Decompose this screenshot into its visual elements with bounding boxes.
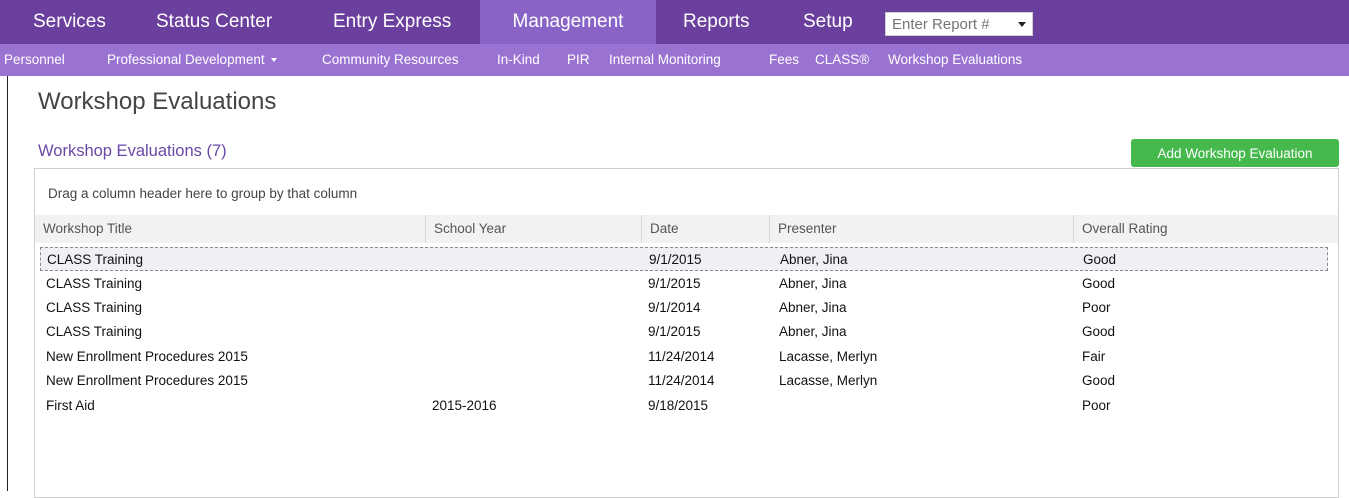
nav-services[interactable]: Services (33, 0, 106, 44)
table-row[interactable]: New Enrollment Procedures 2015 11/24/201… (40, 345, 1328, 369)
evaluations-grid: Drag a column header here to group by th… (34, 168, 1339, 498)
table-row[interactable]: CLASS Training 9/1/2015 Abner, Jina Good (40, 320, 1328, 344)
cell-overall-rating: Good (1082, 276, 1116, 291)
subnav-internal-monitoring[interactable]: Internal Monitoring (609, 44, 721, 76)
chevron-down-icon[interactable] (1018, 22, 1026, 27)
nav-entry-express[interactable]: Entry Express (333, 0, 451, 44)
cell-workshop-title: CLASS Training (46, 300, 143, 315)
report-number-input[interactable] (892, 15, 1012, 33)
report-number-dropdown[interactable] (885, 12, 1033, 36)
cell-overall-rating: Good (1083, 252, 1117, 267)
cell-workshop-title: New Enrollment Procedures 2015 (46, 373, 248, 388)
grid-header-row: Workshop Title School Year Date Presente… (35, 215, 1338, 243)
nav-management[interactable]: Management (480, 0, 656, 44)
subnav-community-resources[interactable]: Community Resources (322, 44, 459, 76)
cell-workshop-title: CLASS Training (46, 324, 143, 339)
cell-workshop-title: CLASS Training (47, 252, 144, 267)
subnav-fees[interactable]: Fees (769, 44, 799, 76)
cell-overall-rating: Fair (1082, 349, 1106, 364)
cell-workshop-title: CLASS Training (46, 276, 143, 291)
subnav-professional-development-label: Professional Development (107, 52, 265, 67)
subnav-workshop-evaluations[interactable]: Workshop Evaluations (888, 44, 1022, 76)
column-header-school-year[interactable]: School Year (425, 215, 641, 243)
column-header-presenter[interactable]: Presenter (769, 215, 1073, 243)
left-divider (7, 76, 8, 491)
cell-presenter: Abner, Jina (780, 252, 848, 267)
cell-overall-rating: Poor (1082, 398, 1111, 413)
top-nav-bar: Services Status Center Entry Express Man… (0, 0, 1349, 44)
table-row[interactable]: First Aid 2015-2016 9/18/2015 Poor (40, 394, 1328, 418)
cell-school-year: 2015-2016 (432, 398, 497, 413)
table-row[interactable]: CLASS Training 9/1/2015 Abner, Jina Good (40, 247, 1328, 271)
subnav-pir[interactable]: PIR (567, 44, 590, 76)
column-header-workshop-title[interactable]: Workshop Title (35, 215, 425, 243)
cell-workshop-title: New Enrollment Procedures 2015 (46, 349, 248, 364)
subnav-professional-development[interactable]: Professional Development (107, 44, 277, 76)
nav-status-center[interactable]: Status Center (156, 0, 272, 44)
cell-overall-rating: Good (1082, 324, 1116, 339)
cell-presenter: Lacasse, Merlyn (779, 349, 878, 364)
subnav-personnel[interactable]: Personnel (4, 44, 65, 76)
cell-date: 9/1/2015 (648, 324, 701, 339)
cell-presenter: Abner, Jina (779, 300, 847, 315)
cell-overall-rating: Good (1082, 373, 1116, 388)
cell-date: 11/24/2014 (648, 349, 715, 364)
table-row[interactable]: CLASS Training 9/1/2014 Abner, Jina Poor (40, 296, 1328, 320)
cell-date: 9/1/2015 (648, 276, 701, 291)
column-header-overall-rating[interactable]: Overall Rating (1073, 215, 1338, 243)
cell-presenter: Abner, Jina (779, 276, 847, 291)
cell-presenter: Lacasse, Merlyn (779, 373, 878, 388)
cell-date: 9/18/2015 (648, 398, 709, 413)
subnav-in-kind[interactable]: In-Kind (497, 44, 540, 76)
nav-setup[interactable]: Setup (803, 0, 853, 44)
cell-presenter: Abner, Jina (779, 324, 847, 339)
group-by-hint: Drag a column header here to group by th… (48, 186, 358, 201)
add-workshop-evaluation-button[interactable]: Add Workshop Evaluation (1131, 139, 1339, 167)
cell-date: 9/1/2014 (648, 300, 701, 315)
chevron-down-icon (270, 58, 277, 63)
section-title: Workshop Evaluations (7) (38, 142, 227, 160)
page-title: Workshop Evaluations (38, 88, 277, 115)
cell-overall-rating: Poor (1082, 300, 1111, 315)
cell-workshop-title: First Aid (46, 398, 95, 413)
cell-date: 9/1/2015 (649, 252, 702, 267)
table-row[interactable]: CLASS Training 9/1/2015 Abner, Jina Good (40, 272, 1328, 296)
subnav-class[interactable]: CLASS® (815, 44, 869, 76)
nav-reports[interactable]: Reports (683, 0, 750, 44)
table-row[interactable]: New Enrollment Procedures 2015 11/24/201… (40, 369, 1328, 393)
column-header-date[interactable]: Date (641, 215, 769, 243)
cell-date: 11/24/2014 (648, 373, 715, 388)
sub-nav-bar: Personnel Professional Development Commu… (0, 44, 1349, 76)
